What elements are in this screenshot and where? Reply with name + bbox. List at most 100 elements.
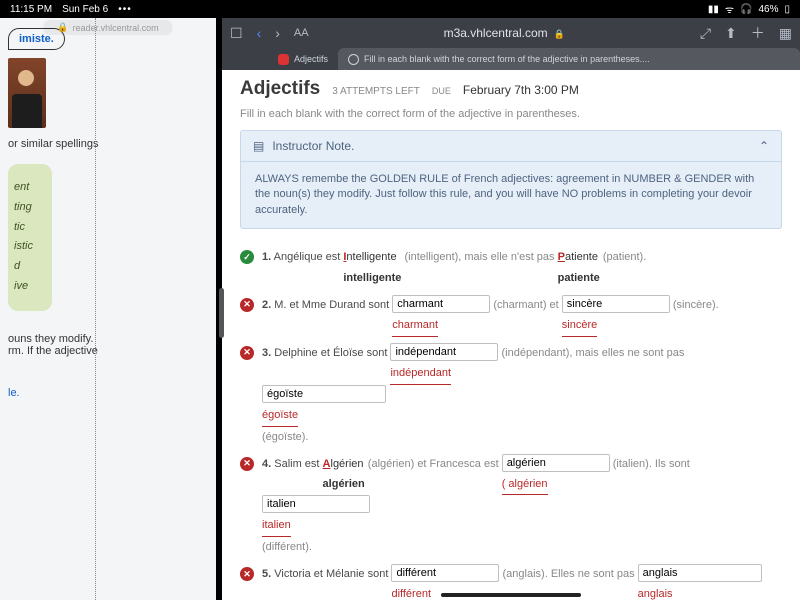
question-3: ✕ 3. Delphine et Éloïse sont indépendant… xyxy=(240,343,782,448)
green-suffix-box: ent ting tic istic d ive xyxy=(8,164,52,311)
q-text: Delphine et Éloïse sont xyxy=(274,347,390,359)
blank-input[interactable] xyxy=(638,564,762,582)
modify-text: ouns they modify. rm. If the adjective xyxy=(8,333,208,357)
attempts-left: 3 ATTEMPTS LEFT xyxy=(332,86,420,97)
blank-input[interactable] xyxy=(262,385,386,403)
instructor-note-body: ALWAYS remembe the GOLDEN RULE of French… xyxy=(241,162,781,228)
q-text: Salim est xyxy=(274,458,322,470)
q-text: Angélique est xyxy=(274,251,344,263)
spellings-text: or similar spellings xyxy=(8,138,208,150)
correction-text: anglais xyxy=(638,584,673,600)
hint-text: (algérien) et Francesca est xyxy=(368,458,502,470)
correction-text: italien xyxy=(262,515,291,537)
dotted-margin-line xyxy=(95,18,96,600)
left-url-text: reader.vhlcentral.com xyxy=(73,23,159,33)
q-number: 3. xyxy=(262,347,271,359)
tabs-row: Adjectifs Fill in each blank with the co… xyxy=(222,48,800,70)
blank-input[interactable] xyxy=(562,295,670,313)
due-date: February 7th 3:00 PM xyxy=(463,83,579,97)
wrong-icon: ✕ xyxy=(240,346,254,360)
tab-fillblank[interactable]: Fill in each blank with the correct form… xyxy=(338,48,800,70)
note-title: Instructor Note. xyxy=(272,139,354,153)
tab-label: Fill in each blank with the correct form… xyxy=(364,54,650,64)
due-label: DUE xyxy=(432,86,451,96)
answer-algerien: Algérien xyxy=(323,454,364,475)
share-icon[interactable]: ⬆ xyxy=(725,25,737,42)
hint-text: (charmant) et xyxy=(493,299,561,311)
suffix-item: d xyxy=(14,257,40,277)
reader-icon[interactable]: ⤢ xyxy=(700,25,711,42)
instructions-text: Fill in each blank with the correct form… xyxy=(240,108,782,120)
safari-toolbar: ☐ ‹ › AA m3a.vhlcentral.com ⤢ ⬆ ＋ ▦ xyxy=(222,18,800,48)
question-4: ✕ 4. Salim est Algérien algérien (algéri… xyxy=(240,454,782,559)
answer-intelligente: Intelligente xyxy=(343,247,396,268)
note-icon: ▤ xyxy=(253,139,264,153)
tab-favicon-icon xyxy=(278,54,289,65)
blank-input[interactable] xyxy=(392,295,490,313)
hint-text: (sincère). xyxy=(673,299,719,311)
blank-input[interactable] xyxy=(502,454,610,472)
headphone-icon: 🎧 xyxy=(740,4,752,15)
left-split-pane: reader.vhlcentral.com imiste. or similar… xyxy=(0,18,222,600)
correction-text: indépendant xyxy=(390,363,451,385)
battery-percent: 46% xyxy=(758,4,778,15)
tab-label: Adjectifs xyxy=(294,54,328,64)
font-size-button[interactable]: AA xyxy=(294,27,309,39)
hint-text: (italien). Ils sont xyxy=(613,458,690,470)
q-number: 1. xyxy=(262,251,271,263)
hint-text: (égoïste). xyxy=(262,427,782,448)
status-time: 11:15 PM xyxy=(10,4,52,15)
correct-icon: ✓ xyxy=(240,250,254,264)
battery-icon: ▯ xyxy=(784,4,790,15)
blank-input[interactable] xyxy=(390,343,498,361)
ipad-status-bar: 11:15 PM Sun Feb 6 ••• ▮▮ ᯤ 🎧 46% ▯ xyxy=(0,0,800,18)
page-content: Adjectifs 3 ATTEMPTS LEFT DUE February 7… xyxy=(222,70,800,600)
instructor-note-header[interactable]: ▤ Instructor Note. ⌃ xyxy=(241,131,781,162)
new-tab-icon[interactable]: ＋ xyxy=(751,23,765,43)
tabs-icon[interactable]: ▦ xyxy=(779,25,792,42)
left-url-pill[interactable]: reader.vhlcentral.com xyxy=(43,20,172,35)
status-dots-icon: ••• xyxy=(118,4,132,15)
page-title: Adjectifs xyxy=(240,78,320,100)
solution-text: patiente xyxy=(558,268,600,289)
hint-text: (différent). xyxy=(262,537,782,558)
chevron-up-icon[interactable]: ⌃ xyxy=(759,139,769,153)
url-bar[interactable]: m3a.vhlcentral.com xyxy=(323,26,686,40)
wrong-icon: ✕ xyxy=(240,567,254,581)
answer-patiente: Patiente xyxy=(558,247,598,268)
correction-text: égoïste xyxy=(262,405,298,427)
le-link[interactable]: le. xyxy=(8,387,208,399)
split-drag-handle[interactable] xyxy=(219,288,224,338)
blank-input[interactable] xyxy=(391,564,499,582)
solution-text: algérien xyxy=(323,474,365,495)
suffix-item: ive xyxy=(14,277,40,297)
url-text: m3a.vhlcentral.com xyxy=(444,26,548,40)
hint-text: (anglais). Elles ne sont pas xyxy=(503,568,638,580)
hint-text: (intelligent), mais elle n'est pas xyxy=(404,251,557,263)
tab-favicon-icon xyxy=(348,54,359,65)
suffix-item: ting xyxy=(14,198,40,218)
questions-list: ✓ 1. Angélique est Intelligente intellig… xyxy=(240,247,782,600)
correction-text: sincère xyxy=(562,315,597,337)
tab-adjectifs[interactable]: Adjectifs xyxy=(268,48,338,70)
suffix-item: istic xyxy=(14,237,40,257)
correction-text: ( algérien xyxy=(502,474,548,496)
right-split-pane: ☐ ‹ › AA m3a.vhlcentral.com ⤢ ⬆ ＋ ▦ Adje… xyxy=(222,18,800,600)
suffix-item: ent xyxy=(14,178,40,198)
hint-text: (indépendant), mais elles ne sont pas xyxy=(502,347,685,359)
textbook-photo xyxy=(8,58,46,128)
sidebar-icon[interactable]: ☐ xyxy=(230,25,243,42)
q-number: 4. xyxy=(262,458,271,470)
lock-icon xyxy=(57,22,68,33)
forward-icon[interactable]: › xyxy=(275,25,280,41)
signal-icon: ▮▮ xyxy=(708,4,719,15)
home-indicator[interactable] xyxy=(441,593,581,597)
back-icon[interactable]: ‹ xyxy=(257,25,262,41)
q-number: 5. xyxy=(262,568,271,580)
question-1: ✓ 1. Angélique est Intelligente intellig… xyxy=(240,247,782,289)
instructor-note: ▤ Instructor Note. ⌃ ALWAYS remembe the … xyxy=(240,130,782,229)
wrong-icon: ✕ xyxy=(240,298,254,312)
lock-icon xyxy=(554,26,565,40)
hint-text: (patient). xyxy=(603,251,646,263)
blank-input[interactable] xyxy=(262,495,370,513)
